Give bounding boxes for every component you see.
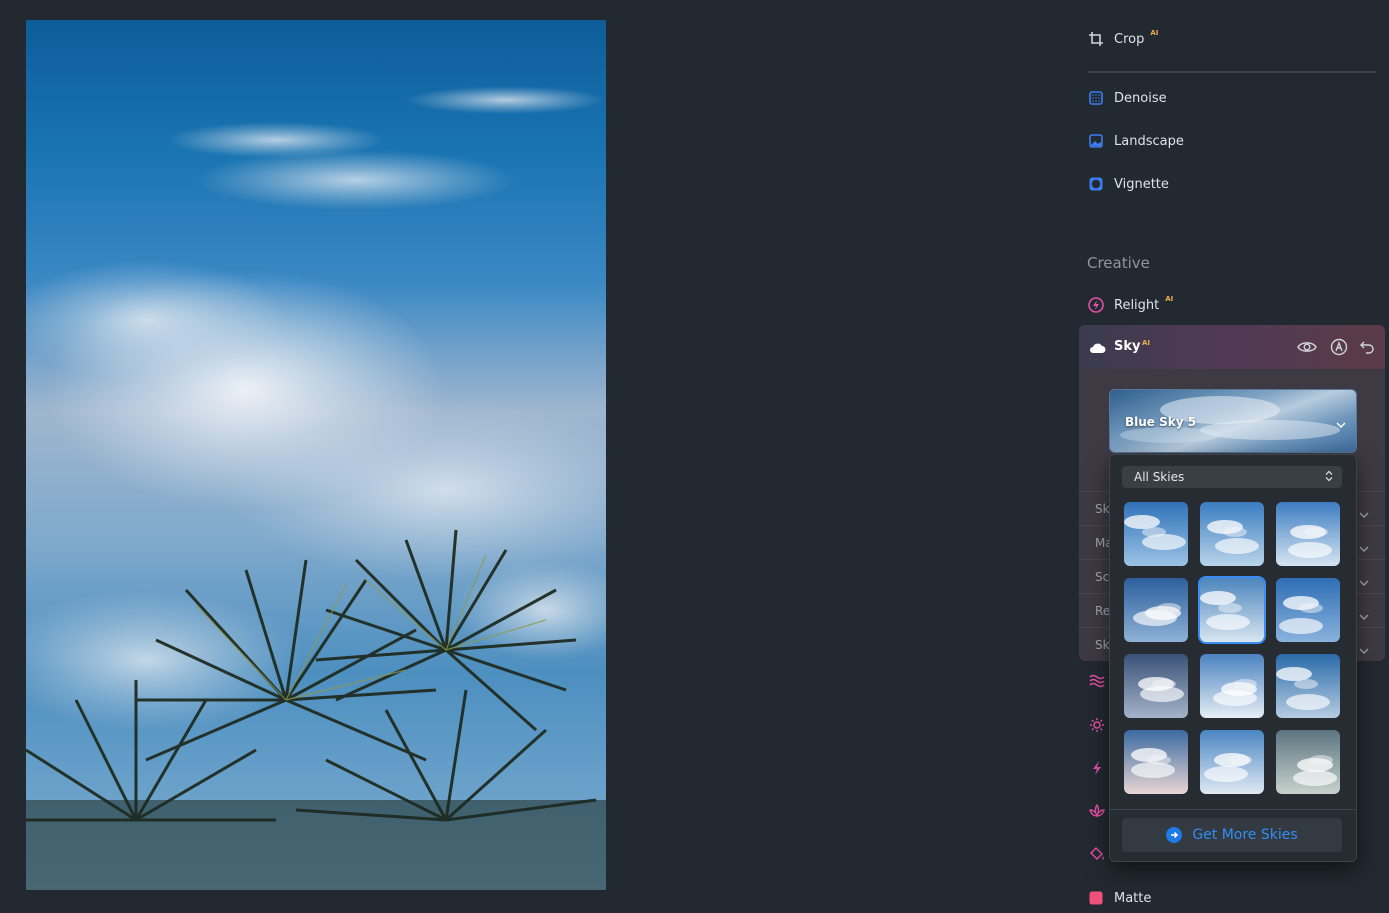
relight-icon bbox=[1088, 297, 1104, 313]
tool-matte[interactable]: Matte bbox=[1088, 883, 1151, 913]
ai-badge: AI bbox=[1142, 339, 1151, 347]
sky-thumbnail[interactable] bbox=[1200, 730, 1264, 794]
photo-canvas[interactable] bbox=[26, 20, 606, 890]
reset-icon[interactable] bbox=[1357, 337, 1377, 357]
selected-sky-label: Blue Sky 5 bbox=[1125, 415, 1197, 429]
sky-thumbnail[interactable] bbox=[1124, 730, 1188, 794]
tool-label: Crop bbox=[1114, 31, 1145, 47]
divider bbox=[1088, 71, 1376, 73]
vignette-icon bbox=[1088, 176, 1104, 192]
lotus-icon[interactable] bbox=[1088, 802, 1106, 820]
tool-label: Matte bbox=[1114, 890, 1152, 906]
sky-tool-header[interactable]: Sky AI bbox=[1079, 325, 1385, 369]
arrow-right-circle-icon bbox=[1166, 827, 1183, 843]
chevron-down-icon bbox=[1359, 538, 1369, 557]
sky-picker-menu: All Skies Get More Skies bbox=[1109, 454, 1357, 862]
sky-thumbnail[interactable] bbox=[1200, 502, 1264, 566]
chevron-down-icon bbox=[1359, 640, 1369, 659]
cloud-icon bbox=[1089, 339, 1106, 358]
landscape-icon bbox=[1088, 133, 1104, 149]
tool-vignette[interactable]: Vignette bbox=[1088, 169, 1169, 199]
sky-thumbnail-image bbox=[1138, 677, 1184, 702]
chevron-down-icon bbox=[1359, 504, 1369, 523]
chevron-down-icon bbox=[1336, 414, 1346, 433]
sky-thumbnail-image bbox=[1133, 603, 1181, 626]
ai-badge: AI bbox=[1165, 295, 1174, 303]
tool-relight[interactable]: Relight AI bbox=[1088, 290, 1173, 320]
sky-thumbnail[interactable] bbox=[1200, 654, 1264, 718]
tool-label: Landscape bbox=[1114, 133, 1184, 149]
sky-thumbnail[interactable] bbox=[1124, 502, 1188, 566]
tool-crop[interactable]: Crop AI bbox=[1088, 24, 1158, 54]
sky-photo bbox=[26, 86, 606, 890]
sky-thumbnail[interactable] bbox=[1124, 578, 1188, 642]
sky-thumbnail-image bbox=[1207, 520, 1259, 554]
tool-denoise[interactable]: Denoise bbox=[1088, 83, 1167, 113]
sky-thumbnail-image bbox=[1279, 596, 1323, 634]
sky-thumbnail[interactable] bbox=[1276, 578, 1340, 642]
paint-bucket-icon[interactable] bbox=[1088, 845, 1106, 863]
subsection-label: Re bbox=[1095, 604, 1111, 618]
sky-category-label: All Skies bbox=[1134, 470, 1185, 484]
up-down-chevron-icon bbox=[1324, 470, 1334, 485]
subsection-label: Sc bbox=[1095, 570, 1110, 584]
sky-thumbnail[interactable] bbox=[1124, 654, 1188, 718]
tool-label: Relight bbox=[1114, 297, 1160, 313]
eye-icon[interactable] bbox=[1297, 337, 1317, 357]
sky-thumbnail[interactable] bbox=[1276, 730, 1340, 794]
sky-thumbnail[interactable] bbox=[1276, 502, 1340, 566]
creative-section-title: Creative bbox=[1087, 254, 1150, 272]
ai-badge: AI bbox=[1150, 29, 1159, 37]
chevron-down-icon bbox=[1359, 572, 1369, 591]
tool-label: Vignette bbox=[1114, 176, 1169, 192]
chevron-down-icon bbox=[1359, 606, 1369, 625]
crop-icon bbox=[1088, 31, 1104, 47]
get-more-skies-label: Get More Skies bbox=[1192, 827, 1298, 843]
divider bbox=[1110, 809, 1356, 810]
denoise-icon bbox=[1088, 90, 1104, 106]
sky-thumbnail-image bbox=[1293, 755, 1337, 786]
sky-category-select[interactable]: All Skies bbox=[1122, 466, 1342, 488]
sky-tool-label: Sky bbox=[1114, 339, 1141, 354]
sky-thumbnail-image bbox=[1131, 748, 1175, 778]
sky-thumbnail[interactable] bbox=[1276, 654, 1340, 718]
mask-icon[interactable] bbox=[1329, 337, 1349, 357]
waves-icon[interactable] bbox=[1088, 672, 1106, 690]
sun-icon[interactable] bbox=[1088, 716, 1106, 734]
get-more-skies-button[interactable]: Get More Skies bbox=[1122, 818, 1342, 852]
tool-landscape[interactable]: Landscape bbox=[1088, 126, 1184, 156]
sky-thumbnail-image bbox=[1276, 667, 1330, 710]
tool-label: Denoise bbox=[1114, 90, 1167, 106]
sky-thumbnail[interactable] bbox=[1200, 578, 1264, 642]
matte-icon bbox=[1088, 890, 1104, 906]
sky-thumbnail-image bbox=[1288, 525, 1332, 558]
sky-thumbnail-image bbox=[1213, 679, 1257, 706]
sky-select-dropdown[interactable]: Blue Sky 5 bbox=[1109, 389, 1357, 453]
lightning-icon[interactable] bbox=[1088, 759, 1106, 777]
sky-thumbnail-image bbox=[1200, 591, 1250, 630]
sky-thumbnail-image bbox=[1124, 515, 1186, 550]
sky-thumbnail-image bbox=[1204, 753, 1252, 782]
